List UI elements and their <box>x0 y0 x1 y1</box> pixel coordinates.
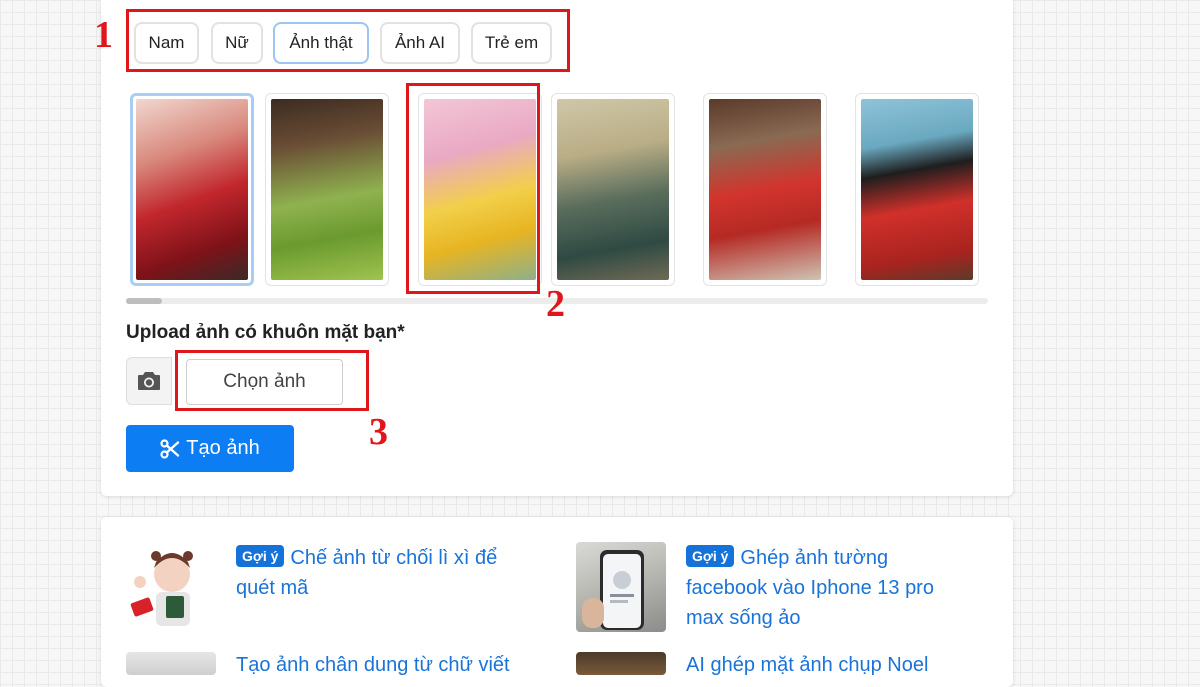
annotation-number-2: 2 <box>546 283 565 325</box>
template-image <box>557 99 669 280</box>
tab-tre-em[interactable]: Trẻ em <box>471 22 552 64</box>
upload-label: Upload ảnh có khuôn mặt bạn* <box>126 322 405 343</box>
suggestion-title: Tạo ảnh chân dung từ chữ viết <box>236 654 510 676</box>
annotation-number-3: 3 <box>369 411 388 453</box>
template-thumb-3[interactable] <box>418 93 542 286</box>
tab-anh-that[interactable]: Ảnh thật <box>273 22 369 64</box>
template-thumb-4[interactable] <box>551 93 675 286</box>
suggestion-badge: Gợi ý <box>236 545 285 567</box>
template-thumb-5[interactable] <box>703 93 827 286</box>
suggestion-badge: Gợi ý <box>686 545 735 567</box>
template-image <box>271 99 383 280</box>
template-thumb-6[interactable] <box>855 93 979 286</box>
suggestion-thumb-4[interactable] <box>576 652 666 675</box>
suggestion-link-3[interactable]: Tạo ảnh chân dung từ chữ viết <box>236 650 556 680</box>
suggestion-link-1[interactable]: Gợi ý Chế ảnh từ chối lì xì để quét mã <box>236 543 536 603</box>
tab-anh-ai[interactable]: Ảnh AI <box>380 22 460 64</box>
template-image <box>861 99 973 280</box>
camera-icon <box>138 372 160 390</box>
create-image-label: Tạo ảnh <box>186 437 260 459</box>
template-image <box>136 99 248 280</box>
template-image <box>424 99 536 280</box>
annotation-number-1: 1 <box>94 14 113 56</box>
girl-sticker-image <box>130 551 193 626</box>
suggestion-title: AI ghép mặt ảnh chụp Noel <box>686 654 929 676</box>
suggestion-link-4[interactable]: AI ghép mặt ảnh chụp Noel <box>686 650 986 680</box>
suggestion-thumb-2[interactable] <box>576 542 666 632</box>
template-image <box>709 99 821 280</box>
tab-nam[interactable]: Nam <box>134 22 199 64</box>
camera-button[interactable] <box>126 357 172 405</box>
suggestion-thumb-1[interactable] <box>126 542 216 632</box>
suggestion-thumb-3[interactable] <box>126 652 216 675</box>
template-thumb-1[interactable] <box>130 93 254 286</box>
carousel-scrollbar-thumb[interactable] <box>126 298 162 304</box>
create-image-button[interactable]: Tạo ảnh <box>126 425 294 472</box>
suggestion-link-2[interactable]: Gợi ý Ghép ảnh tường facebook vào Iphone … <box>686 543 966 633</box>
scissors-icon <box>160 438 180 459</box>
template-thumb-2[interactable] <box>265 93 389 286</box>
choose-image-button[interactable]: Chọn ảnh <box>186 359 343 405</box>
phone-photo-image <box>582 550 644 630</box>
tab-nu[interactable]: Nữ <box>211 22 263 64</box>
